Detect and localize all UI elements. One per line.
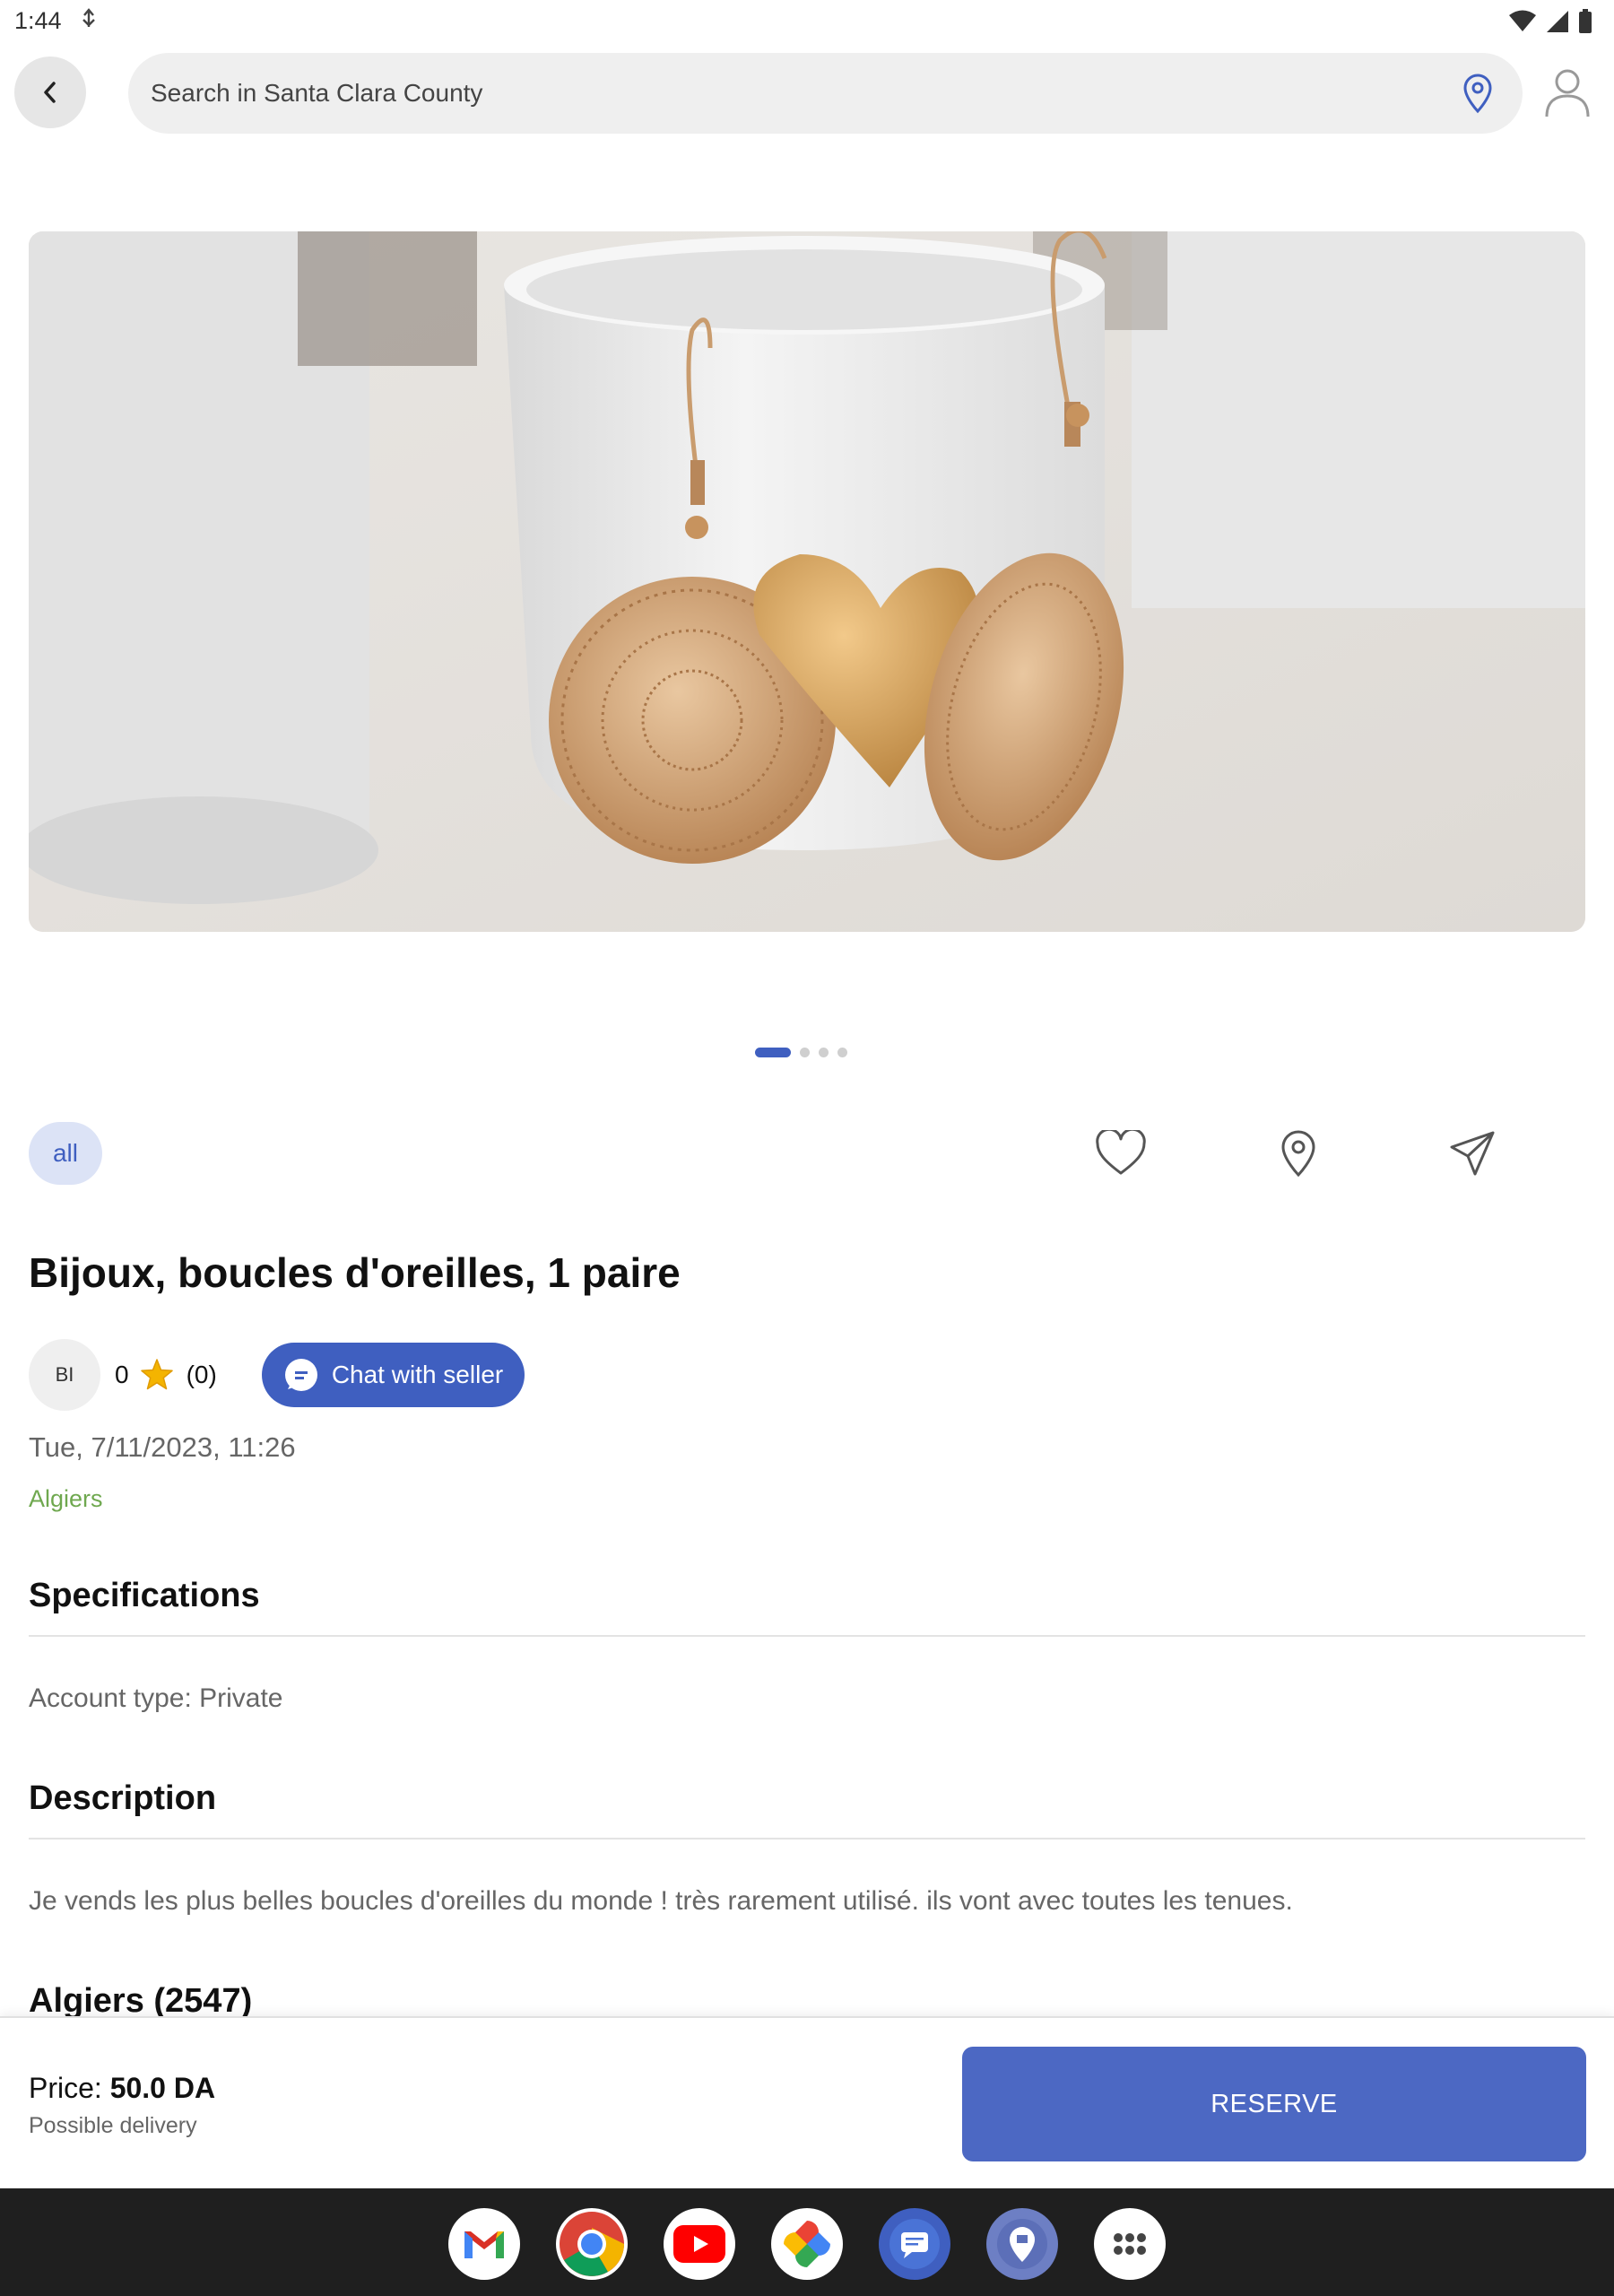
back-button[interactable]	[14, 57, 86, 128]
rating-count: (0)	[186, 1361, 217, 1388]
wifi-icon	[1509, 10, 1536, 31]
carousel-dot[interactable]	[819, 1048, 829, 1057]
search-bar[interactable]	[128, 53, 1523, 134]
seller-avatar[interactable]: BI	[29, 1339, 100, 1411]
listing-date: Tue, 7/11/2023, 11:26	[29, 1431, 296, 1463]
price-label: Price:	[29, 2072, 102, 2104]
map-section-heading: Algiers (2547)	[29, 1982, 253, 2020]
chat-bubble-icon	[284, 1359, 317, 1391]
delivery-note: Possible delivery	[29, 2113, 197, 2138]
location-pin-icon	[1281, 1130, 1315, 1178]
messages-icon[interactable]	[879, 2208, 950, 2280]
chat-with-seller-button[interactable]: Chat with seller	[261, 1343, 525, 1407]
price-value: 50.0 DA	[109, 2072, 216, 2104]
location-pin-icon[interactable]	[1460, 73, 1496, 114]
divider	[29, 1838, 1585, 1839]
carousel-dot[interactable]	[800, 1048, 810, 1057]
search-input[interactable]	[151, 53, 1433, 134]
heart-icon	[1096, 1130, 1146, 1175]
divider	[29, 1635, 1585, 1637]
share-button[interactable]	[1445, 1126, 1499, 1180]
app-drawer-icon[interactable]	[1094, 2208, 1166, 2280]
app-dock	[0, 2188, 1614, 2296]
carousel-dot[interactable]	[837, 1048, 847, 1057]
send-icon	[1450, 1131, 1495, 1176]
status-bar: 1:44	[0, 0, 1614, 45]
listing-title: Bijoux, boucles d'oreilles, 1 paire	[29, 1249, 681, 1296]
seller-row: BI 0 (0) Chat with seller	[29, 1339, 525, 1411]
chevron-left-icon	[44, 82, 56, 103]
show-location-button[interactable]	[1271, 1126, 1325, 1180]
youtube-icon[interactable]	[664, 2208, 735, 2280]
photos-icon[interactable]	[771, 2208, 843, 2280]
reserve-button[interactable]: RESERVE	[962, 2047, 1586, 2161]
cell-signal-icon	[1547, 11, 1568, 32]
product-image-carousel[interactable]	[29, 231, 1585, 932]
product-photo	[29, 231, 1585, 932]
price: Price: 50.0 DA	[29, 2072, 215, 2105]
status-time: 1:44	[14, 7, 62, 34]
status-icons	[1508, 9, 1592, 34]
profile-icon[interactable]	[1544, 67, 1591, 117]
price-bar: Price: 50.0 DA Possible delivery RESERVE	[0, 2016, 1614, 2188]
maps-app-icon[interactable]	[986, 2208, 1058, 2280]
star-icon	[140, 1359, 173, 1390]
specifications-heading: Specifications	[29, 1577, 260, 1614]
favorite-button[interactable]	[1094, 1126, 1148, 1180]
seller-rating: 0	[115, 1361, 129, 1388]
description-heading: Description	[29, 1779, 217, 1817]
listing-location[interactable]: Algiers	[29, 1485, 103, 1513]
category-chip[interactable]: all	[29, 1122, 102, 1185]
carousel-dot-active[interactable]	[755, 1048, 791, 1057]
carousel-pagination	[755, 1048, 847, 1057]
usb-debug-icon	[79, 7, 99, 37]
account-type: Account type: Private	[29, 1683, 283, 1713]
description-text: Je vends les plus belles boucles d'oreil…	[29, 1886, 1293, 1916]
chrome-icon[interactable]	[556, 2208, 628, 2280]
chat-button-label: Chat with seller	[331, 1361, 504, 1388]
gmail-icon[interactable]	[448, 2208, 520, 2280]
battery-icon	[1579, 9, 1592, 33]
